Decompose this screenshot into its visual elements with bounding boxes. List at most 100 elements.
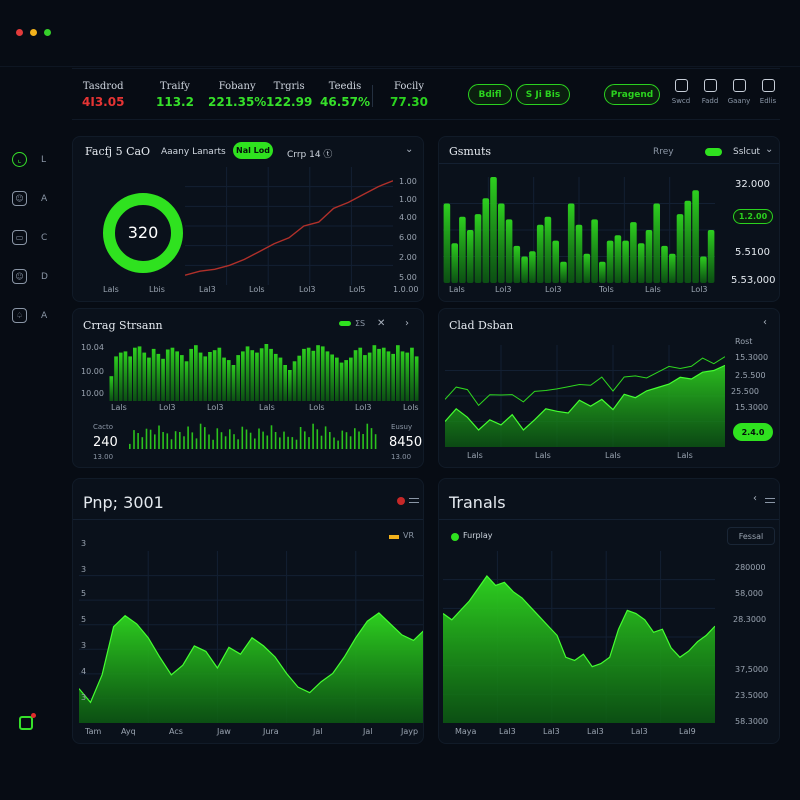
- axis-tick: Jal: [313, 727, 323, 736]
- gauge-value: 320: [127, 223, 159, 242]
- chevron-down-icon[interactable]: ⌄: [765, 144, 773, 155]
- sidebar-item-1[interactable]: ☺ A: [12, 179, 56, 218]
- axis-tick: Lals: [259, 403, 275, 412]
- window-controls[interactable]: [16, 29, 51, 36]
- mini-bar: [212, 439, 214, 449]
- axis-tick: Lol5: [349, 285, 366, 294]
- menu-icon[interactable]: [765, 498, 775, 503]
- axis-tick: Lal3: [499, 727, 516, 736]
- stat-value: 122.99: [266, 95, 313, 109]
- mini-bar: [195, 438, 198, 449]
- grid-tool-button[interactable]: Edlis: [755, 79, 781, 105]
- mini-bar: [133, 430, 135, 449]
- bar: [567, 203, 575, 283]
- axis-tick: 58.3000: [735, 717, 769, 726]
- axis-tick: 15.3000: [735, 353, 769, 362]
- bar: [255, 352, 259, 401]
- bar: [575, 224, 583, 283]
- mini-bar: [141, 437, 144, 449]
- mini-bar: [283, 431, 285, 449]
- left-stat-label: Cacto: [93, 423, 114, 431]
- mini-bar: [287, 436, 289, 449]
- sidebar-item-3[interactable]: ☺ D: [12, 257, 56, 296]
- sidebar-item-label: A: [41, 310, 48, 321]
- line-chart: [185, 167, 393, 285]
- bar: [358, 347, 363, 401]
- panel-pnp-chart: Pnp; 3001 VR 3 3 5 5 3 4 3 Tam Ayq Acs Jaw Jura Jal J…: [72, 478, 424, 744]
- maximize-dot[interactable]: [44, 29, 51, 36]
- bar: [198, 352, 203, 401]
- bar: [490, 177, 497, 283]
- location-tool-button[interactable]: Gaany: [726, 79, 752, 105]
- chevron-left-icon[interactable]: ‹: [763, 317, 767, 328]
- axis-tick: 10.00: [81, 367, 104, 376]
- select-dropdown[interactable]: Sslcut: [733, 147, 760, 157]
- bar: [692, 190, 699, 283]
- mini-bar: [312, 423, 314, 449]
- sidebar-item-0[interactable]: ⌞ L: [12, 140, 56, 179]
- notification-icon[interactable]: [19, 713, 36, 730]
- smile-icon: ☺: [12, 191, 27, 206]
- filter-pill-2[interactable]: S Ji Bis: [516, 84, 570, 105]
- axis-tick: 6.00: [399, 233, 417, 242]
- stat-1: Traify 113.2: [156, 81, 194, 109]
- value-pill[interactable]: 1.2.00: [733, 209, 773, 224]
- stats-bar: Bdifl S Ji Bis Pragend Tasdrod 4I3.05 Trai…: [72, 68, 780, 120]
- bar: [118, 352, 123, 401]
- gauge-ring: 320: [101, 191, 185, 275]
- area-series: [79, 612, 423, 723]
- axis-tick: 10.00: [81, 389, 104, 398]
- bar: [226, 360, 231, 401]
- bar: [142, 352, 147, 401]
- axis-tick: Lbis: [149, 285, 165, 294]
- axis-tick: 32.000: [735, 179, 770, 190]
- bar: [273, 353, 278, 401]
- close-icon[interactable]: ✕: [377, 318, 385, 329]
- tab-lanarts[interactable]: Aaany Lanarts: [161, 147, 226, 157]
- mini-bar: [324, 426, 327, 449]
- cursor-tool-button[interactable]: Swcd: [668, 79, 694, 105]
- mini-bar: [291, 437, 294, 449]
- axis-tick: Lol3: [545, 285, 562, 294]
- axis-tick: Lal3: [543, 727, 560, 736]
- stat-label: Teedis: [328, 81, 362, 92]
- mini-bar: [237, 439, 239, 449]
- bar: [707, 230, 715, 283]
- period-select[interactable]: Fessal: [727, 527, 775, 545]
- minimize-dot[interactable]: [30, 29, 37, 36]
- axis-tick: 37,5000: [735, 665, 769, 674]
- stat-value: 77.30: [390, 95, 428, 109]
- filter-pill-3[interactable]: Pragend: [604, 84, 660, 105]
- filter-pill-1[interactable]: Bdifl: [468, 84, 512, 105]
- legend-toggle[interactable]: [339, 321, 351, 326]
- mini-bar: [224, 436, 227, 449]
- axis-tick: Jal: [363, 727, 373, 736]
- value-pill[interactable]: 2.4.0: [733, 423, 773, 441]
- sidebar-item-4[interactable]: ♤ A: [12, 296, 56, 335]
- chevron-left-icon[interactable]: ‹: [753, 493, 757, 504]
- tab-crrp[interactable]: Crrp 14 ⓣ: [287, 147, 332, 160]
- chevron-right-icon[interactable]: ›: [405, 318, 409, 329]
- stat-3: Trgris 122.99: [266, 81, 312, 109]
- sidebar-item-2[interactable]: ▭ C: [12, 218, 56, 257]
- toggle-pill[interactable]: Nal Lod: [233, 142, 273, 159]
- axis-tick: Lols: [249, 285, 265, 294]
- chevron-down-icon[interactable]: ⌄: [405, 144, 413, 155]
- gear-tool-button[interactable]: Fadd: [697, 79, 723, 105]
- bar: [297, 355, 302, 401]
- bar: [544, 216, 552, 283]
- bar: [292, 361, 297, 401]
- bar: [353, 350, 358, 401]
- bar: [241, 351, 245, 401]
- menu-icon[interactable]: [409, 498, 419, 503]
- close-dot[interactable]: [16, 29, 23, 36]
- bar: [236, 355, 240, 401]
- bar: [344, 360, 348, 401]
- bar: [599, 261, 606, 283]
- bar: [212, 350, 217, 401]
- axis-tick: 2.5.500: [735, 371, 766, 380]
- bar: [189, 348, 193, 401]
- mini-bar: [329, 432, 331, 449]
- stat-value: 46.57%: [320, 95, 370, 109]
- range-toggle[interactable]: [705, 148, 722, 156]
